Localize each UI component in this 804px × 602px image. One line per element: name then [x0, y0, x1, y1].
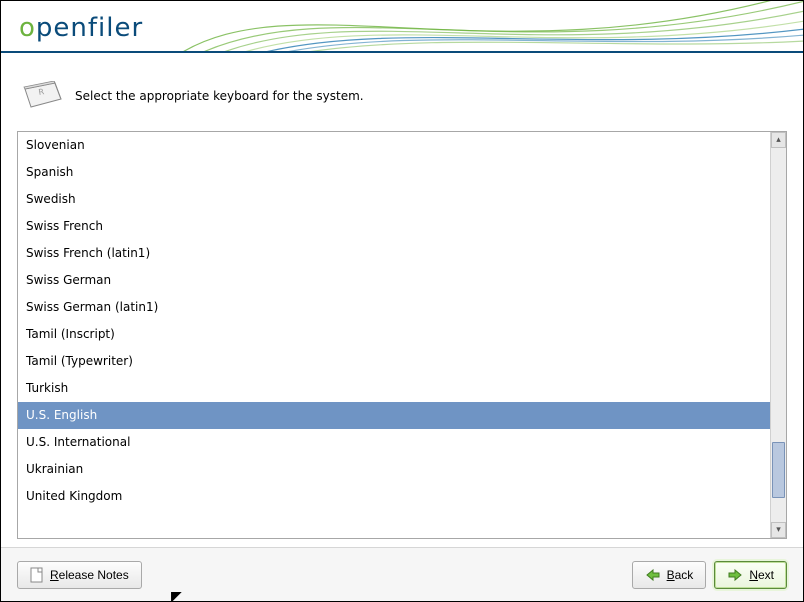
list-item[interactable]: Swedish — [18, 186, 770, 213]
list-item[interactable]: Swiss French — [18, 213, 770, 240]
footer-bar: Release Notes Back Next — [1, 547, 803, 601]
installer-window: openfiler R Select the appropriate keybo… — [0, 0, 804, 602]
back-button[interactable]: Back — [632, 561, 707, 589]
list-item[interactable]: U.S. International — [18, 429, 770, 456]
scroll-up-button[interactable]: ▴ — [771, 132, 786, 148]
list-item[interactable]: Swiss French (latin1) — [18, 240, 770, 267]
scroll-down-button[interactable]: ▾ — [771, 522, 786, 538]
document-icon — [30, 567, 44, 583]
list-item[interactable]: Tamil (Typewriter) — [18, 348, 770, 375]
list-item[interactable]: U.S. English — [18, 402, 770, 429]
prompt-row: R Select the appropriate keyboard for th… — [17, 81, 787, 111]
list-item[interactable]: Ukrainian — [18, 456, 770, 483]
app-logo: openfiler — [19, 13, 143, 43]
arrow-right-icon — [727, 568, 743, 582]
next-button[interactable]: Next — [714, 561, 787, 589]
list-item[interactable]: Turkish — [18, 375, 770, 402]
release-notes-button[interactable]: Release Notes — [17, 561, 142, 589]
list-item[interactable]: Swiss German (latin1) — [18, 294, 770, 321]
scrollbar[interactable]: ▴ ▾ — [770, 132, 786, 538]
keyboard-icon: R — [21, 81, 63, 111]
header-banner: openfiler — [1, 1, 803, 53]
list-item[interactable]: Swiss German — [18, 267, 770, 294]
list-item[interactable]: Slovenian — [18, 132, 770, 159]
next-label: Next — [749, 568, 774, 582]
arrow-left-icon — [645, 568, 661, 582]
list-item[interactable]: Tamil (Inscript) — [18, 321, 770, 348]
content-area: R Select the appropriate keyboard for th… — [1, 53, 803, 547]
scroll-thumb[interactable] — [772, 442, 785, 498]
keyboard-listbox[interactable]: SlovenianSpanishSwedishSwiss FrenchSwiss… — [17, 131, 787, 539]
prompt-text: Select the appropriate keyboard for the … — [75, 89, 364, 103]
list-item[interactable]: United Kingdom — [18, 483, 770, 510]
release-notes-label: Release Notes — [50, 568, 129, 582]
back-label: Back — [667, 568, 694, 582]
list-item[interactable]: Spanish — [18, 159, 770, 186]
